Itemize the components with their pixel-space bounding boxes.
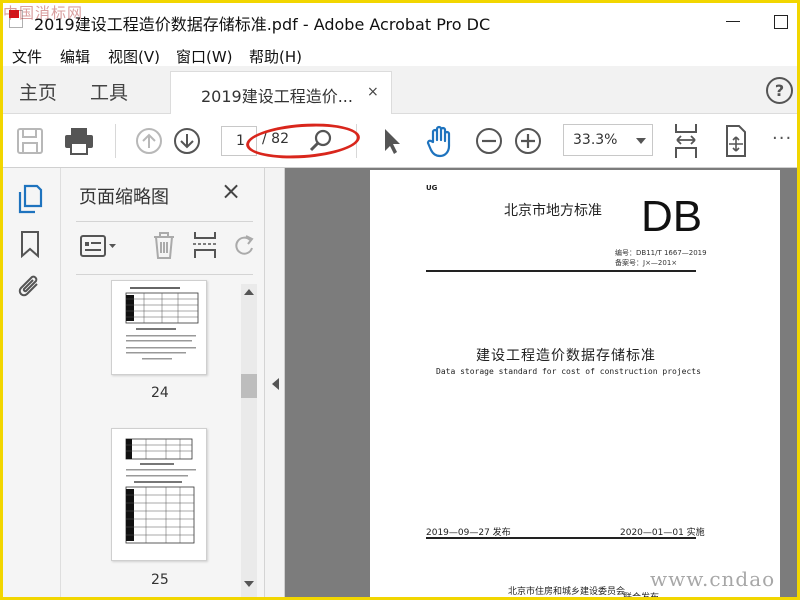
- select-cursor-icon[interactable]: [380, 126, 404, 156]
- issuer: 北京市住房和城乡建设委员会: [508, 587, 626, 597]
- toolbar: 1 / 82 33.3% ···: [0, 114, 800, 168]
- tab-home[interactable]: 主页: [19, 78, 57, 105]
- document-subtitle: Data storage standard for cost of constr…: [436, 367, 701, 376]
- help-icon[interactable]: ?: [766, 77, 793, 104]
- extract-pages-icon[interactable]: [191, 230, 219, 260]
- attachment-icon[interactable]: [17, 272, 43, 302]
- delete-icon[interactable]: [150, 230, 178, 260]
- tab-document-label: 2019建设工程造价...: [201, 87, 353, 106]
- save-icon[interactable]: [15, 126, 45, 156]
- menu-bar: 文件 编辑 视图(V) 窗口(W) 帮助(H): [0, 42, 800, 66]
- zoom-out-icon[interactable]: [474, 126, 504, 156]
- thumbnail-options-icon[interactable]: [79, 233, 119, 259]
- issued-label: 联合发布: [623, 593, 660, 600]
- tab-document[interactable]: 2019建设工程造价... ×: [170, 71, 392, 114]
- zoom-dropdown[interactable]: 33.3%: [563, 124, 653, 156]
- thumbnail-label-24: 24: [151, 385, 169, 401]
- hand-tool-icon[interactable]: [424, 124, 456, 158]
- tab-bar: 主页 工具 2019建设工程造价... ×: [0, 66, 800, 114]
- menu-view[interactable]: 视图(V): [108, 46, 160, 67]
- more-tools-icon[interactable]: ···: [772, 128, 792, 149]
- bookmark-icon[interactable]: [19, 230, 41, 258]
- left-rail: [0, 168, 61, 600]
- db-mark: DB: [641, 192, 703, 241]
- page-thumbnails-icon[interactable]: [17, 184, 43, 214]
- zoom-value: 33.3%: [573, 132, 618, 148]
- page-corner-code: UG: [426, 184, 438, 192]
- filing-number: 备案号：J×—201×: [615, 259, 678, 267]
- full-screen-icon[interactable]: [721, 124, 749, 158]
- pdf-page: UG 北京市地方标准 DB 编号：DB11/T 1667—2019 备案号：J×…: [370, 170, 780, 600]
- menu-edit[interactable]: 编辑: [60, 46, 90, 67]
- tab-tools[interactable]: 工具: [90, 78, 128, 105]
- toolbar-separator: [115, 124, 116, 158]
- standard-number: 编号：DB11/T 1667—2019: [615, 249, 707, 257]
- fit-width-icon[interactable]: [672, 122, 700, 160]
- tab-close-icon[interactable]: ×: [367, 84, 379, 100]
- header-rule: [426, 270, 696, 272]
- zoom-in-icon[interactable]: [513, 126, 543, 156]
- menu-help[interactable]: 帮助(H): [249, 46, 302, 67]
- rotate-icon[interactable]: [232, 230, 256, 260]
- page-thumbnail-25[interactable]: [111, 428, 207, 561]
- menu-file[interactable]: 文件: [12, 46, 42, 67]
- next-page-icon[interactable]: [172, 126, 202, 156]
- print-icon[interactable]: [63, 126, 95, 156]
- menu-window[interactable]: 窗口(W): [176, 46, 233, 67]
- panel-title: 页面缩略图: [79, 187, 169, 208]
- divider: [76, 274, 253, 275]
- scroll-up-icon[interactable]: [244, 288, 254, 296]
- page-thumbnail-24[interactable]: [111, 280, 207, 375]
- current-page: 1: [236, 133, 245, 149]
- chevron-down-icon: [636, 138, 646, 144]
- footer-rule: [426, 537, 696, 539]
- document-title: 建设工程造价数据存储标准: [476, 348, 656, 364]
- thumbnail-label-25: 25: [151, 572, 169, 588]
- divider: [76, 221, 253, 222]
- panel-close-icon[interactable]: ×: [221, 179, 241, 203]
- window-title: 2019建设工程造价数据存储标准.pdf - Adobe Acrobat Pro…: [34, 15, 491, 34]
- collapse-arrow-icon[interactable]: [272, 378, 279, 390]
- thumbnails-panel: 页面缩略图 × 24 25: [61, 168, 265, 600]
- scroll-down-icon[interactable]: [244, 580, 254, 588]
- title-bar: 中国消标网 2019建设工程造价数据存储标准.pdf - Adobe Acrob…: [0, 0, 800, 42]
- thumbnail-scrollbar[interactable]: [241, 284, 257, 600]
- previous-page-icon[interactable]: [134, 126, 164, 156]
- maximize-button[interactable]: [772, 12, 790, 30]
- standard-type: 北京市地方标准: [504, 203, 602, 219]
- minimize-button[interactable]: [724, 12, 742, 30]
- scrollbar-thumb[interactable]: [241, 374, 257, 398]
- watermark-bottom: www.cndao: [650, 567, 776, 591]
